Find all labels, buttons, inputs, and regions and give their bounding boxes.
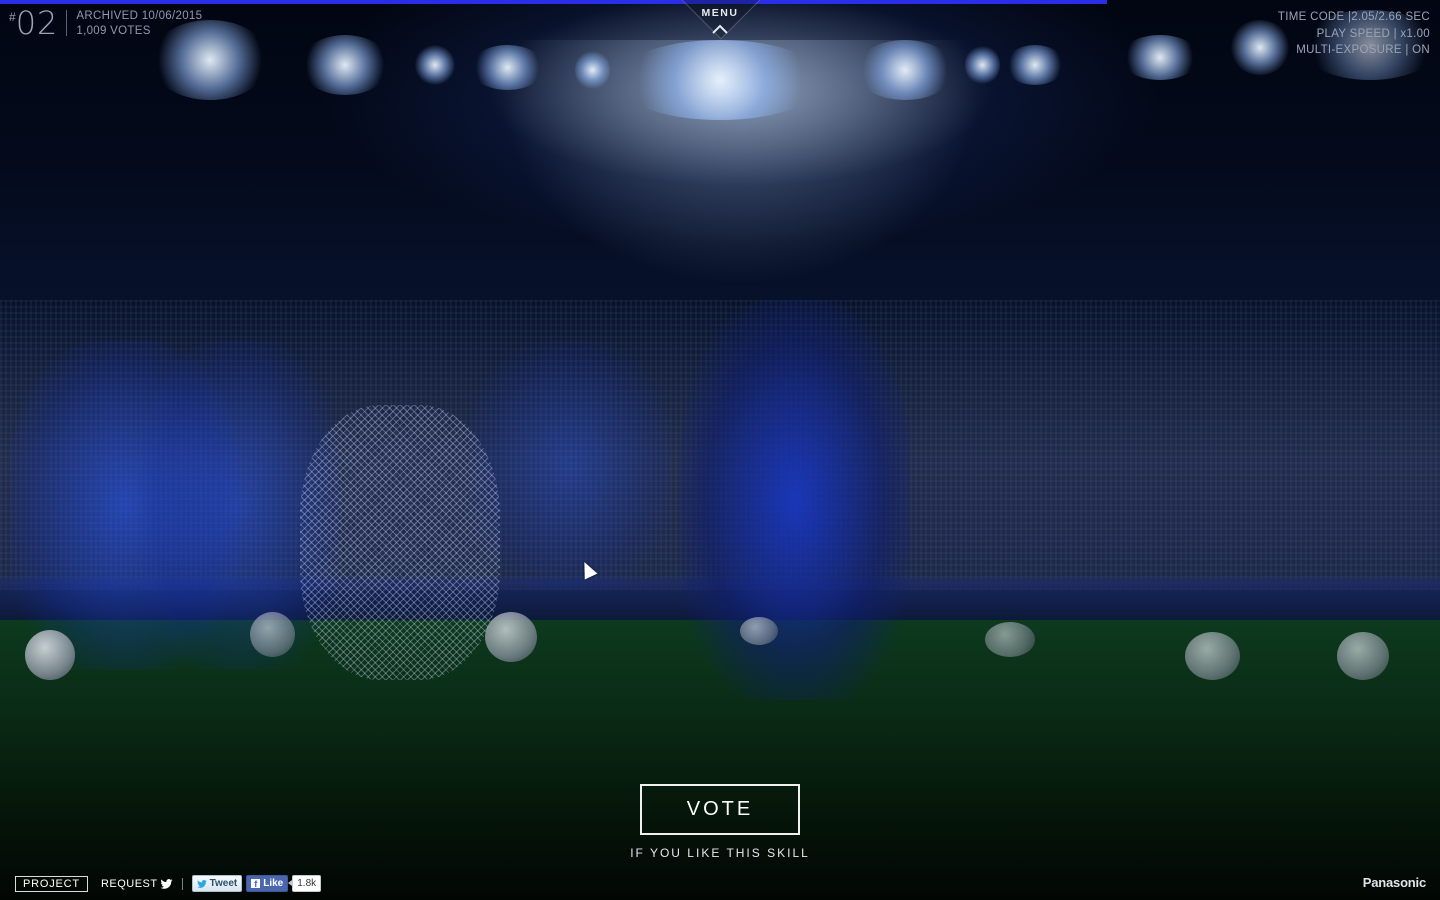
- floodlight: [1005, 45, 1065, 85]
- floodlight: [855, 40, 955, 100]
- football: [740, 617, 778, 645]
- floodlight: [965, 45, 1000, 85]
- player-silhouette: [680, 300, 910, 700]
- player-exposure: [470, 340, 670, 590]
- stadium-video-frame: [0, 0, 1440, 900]
- vote-button[interactable]: VOTE: [640, 784, 800, 835]
- time-code: TIME CODE |2.05/2.66 SEC: [1277, 11, 1430, 23]
- tweet-label: Tweet: [209, 878, 238, 889]
- vote-count: 1,009 VOTES: [76, 25, 151, 37]
- player-wireframe: [300, 405, 500, 680]
- footer-divider: [181, 877, 183, 890]
- football: [985, 622, 1035, 657]
- episode-meta: ARCHIVED 10/06/2015 1,009 VOTES: [76, 9, 202, 39]
- menu-button[interactable]: MENU: [670, 0, 770, 62]
- tweet-button[interactable]: Tweet: [191, 875, 243, 892]
- floodlight: [575, 50, 610, 90]
- vote-caption: IF YOU LIKE THIS SKILL: [630, 846, 810, 860]
- episode-info: # 02 ARCHIVED 10/06/2015 1,009 VOTES: [9, 6, 202, 40]
- multi-exposure: MULTI-EXPOSURE | ON: [1296, 44, 1430, 56]
- football: [1337, 632, 1389, 680]
- floodlight: [1120, 35, 1200, 80]
- playback-info: TIME CODE |2.05/2.66 SEC PLAY SPEED | x1…: [1278, 9, 1430, 59]
- facebook-like-button[interactable]: f Like: [246, 875, 289, 892]
- request-button[interactable]: REQUEST: [101, 878, 173, 890]
- episode-divider: [66, 10, 68, 36]
- archived-date: ARCHIVED 10/06/2015: [76, 10, 203, 22]
- facebook-icon: f: [251, 879, 261, 889]
- brand-logo[interactable]: Panasonic: [1363, 875, 1426, 890]
- chevron-up-icon: [670, 18, 770, 38]
- floodlight: [415, 45, 455, 85]
- football: [25, 630, 75, 680]
- episode-hash: #: [9, 10, 16, 24]
- like-count: 1.8k: [288, 875, 322, 892]
- floodlight: [470, 45, 545, 90]
- football: [1185, 632, 1240, 680]
- episode-number: 02: [15, 4, 59, 42]
- twitter-icon: [196, 879, 207, 888]
- footer-links: PROJECT REQUEST Tweet f Like 1.8k: [15, 875, 322, 892]
- request-label: REQUEST: [100, 877, 158, 890]
- project-button[interactable]: PROJECT: [15, 875, 88, 892]
- twitter-bird-icon: [160, 878, 173, 889]
- football: [250, 612, 295, 657]
- floodlight: [300, 35, 390, 95]
- like-label: Like: [263, 878, 284, 889]
- playback-progress-bar: [0, 0, 1108, 4]
- play-speed: PLAY SPEED | x1.00: [1316, 27, 1430, 40]
- football: [485, 612, 537, 662]
